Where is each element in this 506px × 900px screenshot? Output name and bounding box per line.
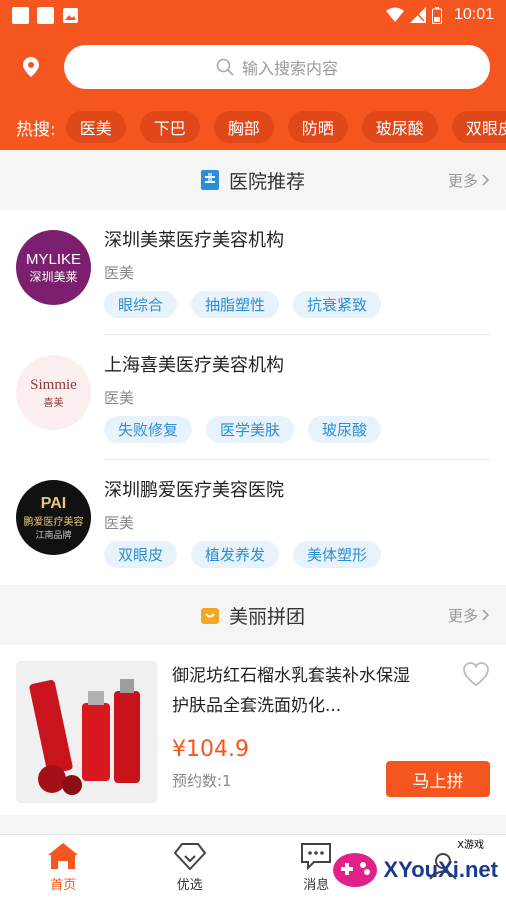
clock: 10:01 — [453, 6, 494, 23]
hospital-type: 医美 — [104, 514, 135, 532]
tab-label: 优选 — [176, 878, 203, 893]
watermark: X游戏 XYouXi.net — [332, 840, 499, 890]
notification-icon — [12, 6, 29, 24]
hospital-type: 医美 — [104, 264, 135, 282]
signal-icon — [409, 7, 426, 23]
diamond-icon — [173, 843, 206, 870]
product-illustration — [16, 661, 158, 803]
hot-chip[interactable]: 防晒 — [287, 111, 348, 143]
chevron-right-icon — [482, 609, 490, 621]
search-row: 输入搜索内容 — [0, 30, 506, 104]
hospital-logo: Simmie 喜美 — [16, 355, 91, 430]
home-icon — [48, 843, 79, 869]
tab-featured[interactable]: 优选 — [127, 835, 254, 900]
shopping-bag-icon — [200, 608, 219, 624]
hot-search-bar: 热搜: 医美 下巴 胸部 防晒 玻尿酸 双眼皮 — [0, 104, 506, 150]
hospital-name: 上海喜美医疗美容机构 — [104, 355, 284, 376]
tab-home[interactable]: 首页 — [0, 835, 127, 900]
hospital-name: 深圳鹏爱医疗美容医院 — [104, 480, 284, 501]
group-buy-card[interactable]: 御泥坊红石榴水乳套装补水保湿护肤品全套洗面奶化... ¥104.9 预约数:1 … — [0, 645, 506, 815]
status-bar: 10:01 — [0, 0, 506, 30]
watermark-text: XYouXi.net — [383, 857, 499, 882]
hospital-tag[interactable]: 眼综合 — [104, 291, 178, 318]
more-label: 更多 — [447, 171, 478, 190]
message-icon — [301, 843, 332, 870]
more-link[interactable]: 更多 — [448, 170, 490, 191]
hospital-logo: MYLIKE 深圳美莱 — [16, 230, 91, 305]
logo-subtext: 鹏爱医疗美容 — [23, 516, 84, 528]
tab-label: 首页 — [50, 878, 77, 893]
notification-icons — [12, 6, 79, 24]
hospital-tag[interactable]: 玻尿酸 — [308, 416, 382, 443]
logo-text: Simmie — [30, 376, 77, 393]
group-buy-section-header: 美丽拼团 更多 — [0, 585, 506, 645]
search-icon — [216, 58, 234, 76]
gamepad-logo-icon — [332, 853, 377, 887]
logo-text: PAI — [40, 494, 67, 512]
hospital-tag[interactable]: 抽脂塑性 — [191, 291, 280, 318]
hospitals-section-header: 医院推荐 更多 — [0, 150, 506, 210]
location-pin-icon — [23, 57, 39, 77]
search-input[interactable]: 输入搜索内容 — [64, 45, 490, 89]
hot-chip[interactable]: 玻尿酸 — [361, 111, 438, 143]
document-icon — [200, 170, 219, 190]
hospital-item[interactable]: PAI 鹏爱医疗美容 江南品牌 深圳鹏爱医疗美容医院 医美 双眼皮 植发养发 美… — [0, 460, 506, 585]
location-button[interactable] — [16, 57, 46, 77]
search-placeholder: 输入搜索内容 — [241, 59, 338, 78]
watermark-small-text: X游戏 — [457, 840, 484, 851]
more-link[interactable]: 更多 — [448, 605, 490, 626]
wifi-icon — [385, 7, 404, 22]
join-group-button[interactable]: 马上拼 — [386, 761, 490, 797]
hospital-tag[interactable]: 植发养发 — [191, 541, 280, 568]
image-notification-icon — [63, 7, 78, 23]
notification-icon — [37, 6, 54, 24]
hospital-name: 深圳美莱医疗美容机构 — [104, 230, 284, 251]
section-title: 美丽拼团 — [228, 605, 305, 628]
hospital-tag[interactable]: 抗衰紧致 — [293, 291, 382, 318]
hot-chip[interactable]: 医美 — [65, 111, 126, 143]
logo-subtext: 深圳美莱 — [29, 269, 78, 284]
hospital-tag[interactable]: 医学美肤 — [206, 416, 295, 443]
hot-search-label: 热搜: — [16, 119, 56, 140]
hot-chip[interactable]: 双眼皮 — [451, 111, 506, 143]
product-title: 御泥坊红石榴水乳套装补水保湿护肤品全套洗面奶化... — [172, 666, 410, 716]
hospital-tag[interactable]: 美体塑形 — [293, 541, 382, 568]
hospital-tag[interactable]: 双眼皮 — [104, 541, 178, 568]
tab-label: 消息 — [303, 878, 330, 893]
product-price: ¥104.9 — [172, 737, 249, 762]
product-image — [16, 661, 158, 803]
logo-subtext: 喜美 — [43, 397, 64, 409]
chevron-right-icon — [482, 174, 490, 186]
favorite-heart-icon[interactable] — [462, 661, 490, 687]
hospital-tag[interactable]: 失败修复 — [104, 416, 193, 443]
hospital-logo: PAI 鹏爱医疗美容 江南品牌 — [16, 480, 91, 555]
section-title: 医院推荐 — [228, 170, 305, 193]
logo-text: MYLIKE — [25, 250, 82, 268]
hot-chip[interactable]: 下巴 — [139, 111, 200, 143]
hospital-type: 医美 — [104, 389, 135, 407]
hot-chip[interactable]: 胸部 — [213, 111, 274, 143]
logo-subtext: 江南品牌 — [35, 530, 72, 541]
hospital-item[interactable]: MYLIKE 深圳美莱 深圳美莱医疗美容机构 医美 眼综合 抽脂塑性 抗衰紧致 — [0, 210, 506, 335]
hospital-item[interactable]: Simmie 喜美 上海喜美医疗美容机构 医美 失败修复 医学美肤 玻尿酸 — [0, 335, 506, 460]
hospital-list: MYLIKE 深圳美莱 深圳美莱医疗美容机构 医美 眼综合 抽脂塑性 抗衰紧致 … — [0, 210, 506, 585]
battery-icon — [431, 6, 442, 24]
more-label: 更多 — [447, 606, 478, 625]
